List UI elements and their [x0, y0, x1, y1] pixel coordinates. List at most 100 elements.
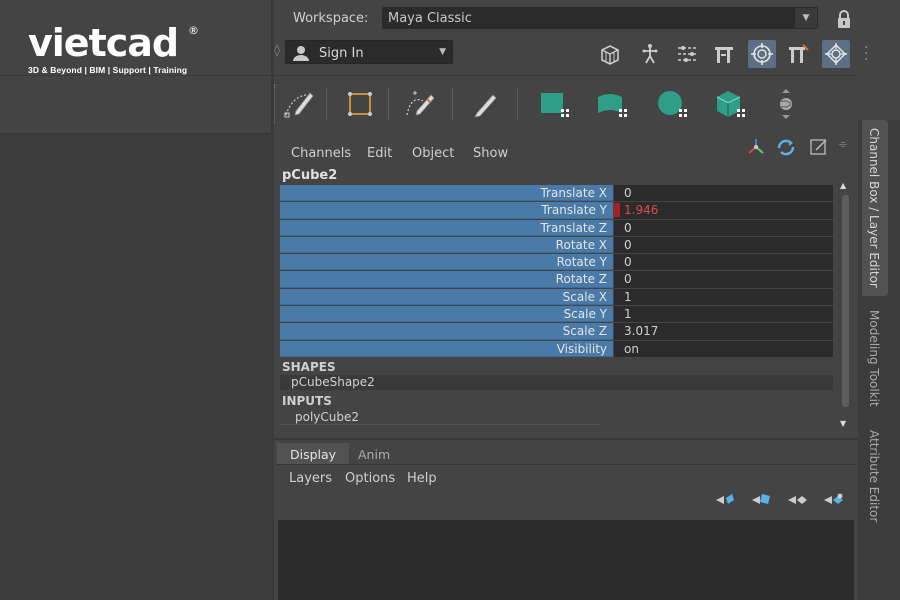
- channel-box: Channels Edit Object Show ⌯ pCube2 Trans…: [277, 135, 858, 435]
- sign-in-button[interactable]: Sign In ▼: [285, 40, 453, 64]
- channel-row[interactable]: Translate X 0: [280, 185, 833, 202]
- channel-value[interactable]: 0: [614, 219, 833, 236]
- panel-menu-icon[interactable]: ⌯: [839, 139, 847, 150]
- lock-icon[interactable]: [836, 9, 852, 29]
- channel-value[interactable]: 0: [614, 236, 833, 254]
- channel-row[interactable]: Rotate Y 0: [280, 254, 833, 271]
- tab-modeling-toolkit[interactable]: Modeling Toolkit: [862, 302, 888, 412]
- channel-row[interactable]: Scale X 1: [280, 288, 833, 306]
- channel-value-text: 3.017: [624, 324, 659, 339]
- tab-anim[interactable]: Anim: [345, 443, 403, 465]
- channel-value-text: on: [624, 341, 639, 356]
- tab-attribute-editor[interactable]: Attribute Editor: [862, 422, 888, 532]
- side-tab-bar: Channel Box / Layer Editor Modeling Tool…: [858, 120, 900, 600]
- tab-display[interactable]: Display: [277, 443, 350, 465]
- shelf-separator: [452, 88, 453, 120]
- manipulator-axes-icon[interactable]: [745, 136, 767, 158]
- channel-value-text: 1.946: [624, 203, 659, 218]
- channel-value[interactable]: 0: [614, 271, 833, 288]
- move-layer-down-icon[interactable]: [748, 489, 774, 511]
- channel-row[interactable]: Visibility on: [280, 340, 833, 358]
- channel-name[interactable]: Translate X: [280, 185, 613, 202]
- cv-curve-tool-icon[interactable]: [402, 86, 438, 122]
- menu-help[interactable]: Help: [407, 471, 437, 486]
- layer-editor: Display Anim Layers Options Help: [274, 438, 858, 600]
- menu-layers[interactable]: Layers: [289, 471, 332, 486]
- channel-value[interactable]: 1: [614, 288, 833, 306]
- channel-row[interactable]: Translate Y 1.946: [280, 202, 833, 219]
- channel-row[interactable]: Translate Z 0: [280, 219, 833, 237]
- menu-edit[interactable]: Edit: [367, 146, 392, 161]
- channel-name[interactable]: Scale Z: [280, 323, 613, 340]
- attribute-toolbar-icon[interactable]: [784, 40, 812, 68]
- skeleton-icon[interactable]: [636, 40, 664, 68]
- tab-channel-box-label: Channel Box / Layer Editor: [867, 128, 881, 288]
- scroll-down-icon[interactable]: ▼: [840, 419, 846, 428]
- channel-list-icon[interactable]: [674, 40, 702, 68]
- new-layer-selected-icon[interactable]: [820, 489, 846, 511]
- nurbs-sphere-icon[interactable]: [654, 86, 690, 122]
- channel-value[interactable]: 1: [614, 306, 833, 323]
- channel-row[interactable]: Scale Y 1: [280, 306, 833, 323]
- workspace-select[interactable]: Maya Classic ▼: [382, 7, 818, 29]
- chevron-down-icon[interactable]: ▼: [795, 8, 817, 28]
- menu-show[interactable]: Show: [473, 146, 508, 161]
- shape-node-item[interactable]: pCubeShape2: [280, 375, 833, 390]
- poly-cube-icon[interactable]: [712, 86, 748, 122]
- move-layer-up-icon[interactable]: [712, 489, 738, 511]
- shelf-scroll-icon[interactable]: [768, 86, 804, 122]
- channel-value[interactable]: on: [614, 340, 833, 357]
- channel-name[interactable]: Translate Y: [280, 202, 613, 219]
- scroll-up-icon[interactable]: ▲: [840, 181, 846, 190]
- channel-value-text: 0: [624, 186, 632, 200]
- channel-value[interactable]: 0: [614, 185, 833, 202]
- modeling-toolkit-icon[interactable]: [748, 40, 776, 68]
- more-options-icon[interactable]: · · ·: [864, 41, 868, 67]
- viewport-panel[interactable]: [0, 133, 271, 600]
- keyframe-marker: [614, 203, 620, 218]
- workspace-label: Workspace:: [293, 11, 369, 26]
- pencil-curve-icon[interactable]: [466, 86, 502, 122]
- layer-list[interactable]: [278, 520, 854, 600]
- channel-name[interactable]: Rotate Y: [280, 254, 613, 271]
- edit-channel-icon[interactable]: [808, 136, 830, 158]
- channel-value-text: 1: [624, 289, 632, 304]
- inputs-header: INPUTS: [282, 394, 332, 408]
- new-layer-icon[interactable]: [784, 489, 810, 511]
- menu-object[interactable]: Object: [412, 146, 454, 161]
- scroll-thumb[interactable]: [842, 195, 849, 407]
- toolbar-handle-icon[interactable]: ◊: [274, 43, 282, 67]
- nurbs-plane-icon[interactable]: [594, 86, 630, 122]
- target-icon[interactable]: [822, 40, 850, 68]
- channel-value[interactable]: 1.946: [614, 202, 833, 219]
- channel-value-text: 0: [624, 272, 632, 287]
- channel-row[interactable]: Rotate X 0: [280, 236, 833, 254]
- vietcad-logo: vietcad ® 3D & Beyond | BIM | Support | …: [28, 22, 199, 75]
- channel-row[interactable]: Scale Z 3.017: [280, 323, 833, 340]
- left-divider: [0, 75, 271, 76]
- square-curve-icon[interactable]: [342, 86, 378, 122]
- channel-name[interactable]: Rotate X: [280, 236, 613, 254]
- channel-name[interactable]: Translate Z: [280, 219, 613, 236]
- shelf-separator: [388, 88, 389, 120]
- channel-name[interactable]: Visibility: [280, 340, 613, 357]
- sync-icon[interactable]: [775, 136, 797, 158]
- channel-name[interactable]: Rotate Z: [280, 271, 613, 288]
- channel-value[interactable]: 0: [614, 254, 833, 271]
- channel-name[interactable]: Scale Y: [280, 306, 613, 323]
- channel-row[interactable]: Rotate Z 0: [280, 271, 833, 288]
- tab-channel-box-layer-editor[interactable]: Channel Box / Layer Editor: [862, 120, 888, 296]
- shelf-handle[interactable]: [274, 84, 278, 124]
- input-node-item[interactable]: polyCube2: [280, 410, 600, 425]
- nurbs-square-icon[interactable]: [536, 86, 572, 122]
- chevron-down-icon: ▼: [439, 47, 446, 57]
- menu-channels[interactable]: Channels: [291, 146, 351, 161]
- ep-curve-tool-icon[interactable]: [281, 86, 317, 122]
- workspace-value: Maya Classic: [388, 11, 472, 26]
- channel-value[interactable]: 3.017: [614, 323, 833, 340]
- tool-settings-icon[interactable]: [710, 40, 738, 68]
- channel-name[interactable]: Scale X: [280, 288, 613, 306]
- render-setup-icon[interactable]: [596, 40, 624, 68]
- channel-box-scrollbar[interactable]: ▲ ▼: [840, 181, 850, 428]
- menu-options[interactable]: Options: [345, 471, 395, 486]
